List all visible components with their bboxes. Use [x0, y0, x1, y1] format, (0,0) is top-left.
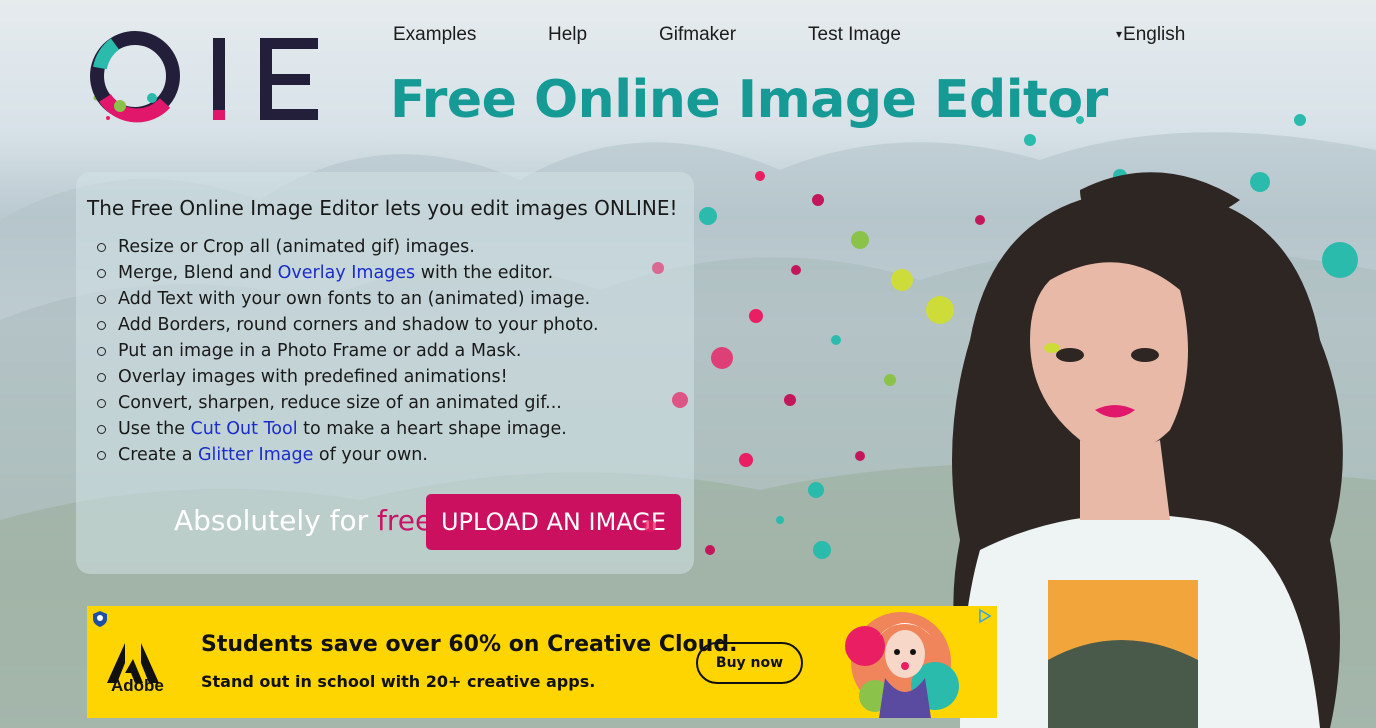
- feature-item: Use the Cut Out Tool to make a heart sha…: [96, 418, 599, 444]
- circle-bullet-icon: [97, 347, 106, 356]
- feature-text: Use the: [118, 419, 191, 439]
- language-selector[interactable]: ▾English: [1116, 24, 1185, 46]
- circle-bullet-icon: [97, 321, 106, 330]
- feature-item: Overlay images with predefined animation…: [96, 366, 599, 392]
- nav-help-link[interactable]: Help: [548, 24, 587, 46]
- feature-text: Create a: [118, 445, 198, 465]
- circle-bullet-icon: [97, 373, 106, 382]
- tagline-text: Absolutely for: [174, 504, 378, 537]
- caret-down-icon: ▾: [1116, 27, 1123, 41]
- tagline: Absolutely for free: [174, 504, 432, 537]
- ad-buy-now-button[interactable]: Buy now: [696, 642, 803, 684]
- feature-text: Convert, sharpen, reduce size of an anim…: [118, 393, 562, 413]
- ad-artwork: [845, 612, 959, 718]
- circle-bullet-icon: [97, 425, 106, 434]
- circle-bullet-icon: [97, 451, 106, 460]
- circle-bullet-icon: [97, 243, 106, 252]
- feature-text: with the editor.: [415, 263, 554, 283]
- feature-item: Convert, sharpen, reduce size of an anim…: [96, 392, 599, 418]
- ad-subline: Stand out in school with 20+ creative ap…: [201, 672, 596, 691]
- circle-bullet-icon: [97, 295, 106, 304]
- ad-choices-icon[interactable]: [977, 608, 993, 624]
- cut-out-tool-link[interactable]: Cut Out Tool: [191, 419, 298, 439]
- feature-item: Put an image in a Photo Frame or add a M…: [96, 340, 599, 366]
- feature-text: Resize or Crop all (animated gif) images…: [118, 237, 475, 257]
- circle-bullet-icon: [97, 399, 106, 408]
- feature-text: Merge, Blend and: [118, 263, 278, 283]
- circle-bullet-icon: [97, 269, 106, 278]
- feature-list: Resize or Crop all (animated gif) images…: [96, 236, 599, 470]
- neck: [1080, 440, 1170, 520]
- nav-gifmaker-link[interactable]: Gifmaker: [659, 24, 736, 46]
- feature-item: Add Text with your own fonts to an (anim…: [96, 288, 599, 314]
- shield-icon[interactable]: [91, 610, 109, 628]
- ad-brand: Adobe: [111, 676, 164, 695]
- tagline-free: free: [377, 504, 433, 537]
- feature-text: Overlay images with predefined animation…: [118, 367, 508, 387]
- feature-text: to make a heart shape image.: [297, 419, 567, 439]
- feature-text: Add Text with your own fonts to an (anim…: [118, 289, 591, 309]
- feature-text: of your own.: [313, 445, 428, 465]
- overlay-images-link[interactable]: Overlay Images: [278, 263, 416, 283]
- glitter-image-link[interactable]: Glitter Image: [198, 445, 313, 465]
- feature-item: Merge, Blend and Overlay Images with the…: [96, 262, 599, 288]
- language-label: English: [1123, 24, 1186, 45]
- feature-item: Add Borders, round corners and shadow to…: [96, 314, 599, 340]
- ad-headline: Students save over 60% on Creative Cloud…: [201, 632, 738, 657]
- feature-text: Put an image in a Photo Frame or add a M…: [118, 341, 522, 361]
- nav-test-image-link[interactable]: Test Image: [808, 24, 901, 46]
- feature-item: Resize or Crop all (animated gif) images…: [96, 236, 599, 262]
- ad-banner[interactable]: Adobe Students save over 60% on Creative…: [87, 606, 997, 718]
- feature-item: Create a Glitter Image of your own.: [96, 444, 599, 470]
- feature-text: Add Borders, round corners and shadow to…: [118, 315, 599, 335]
- nav-examples-link[interactable]: Examples: [393, 24, 476, 46]
